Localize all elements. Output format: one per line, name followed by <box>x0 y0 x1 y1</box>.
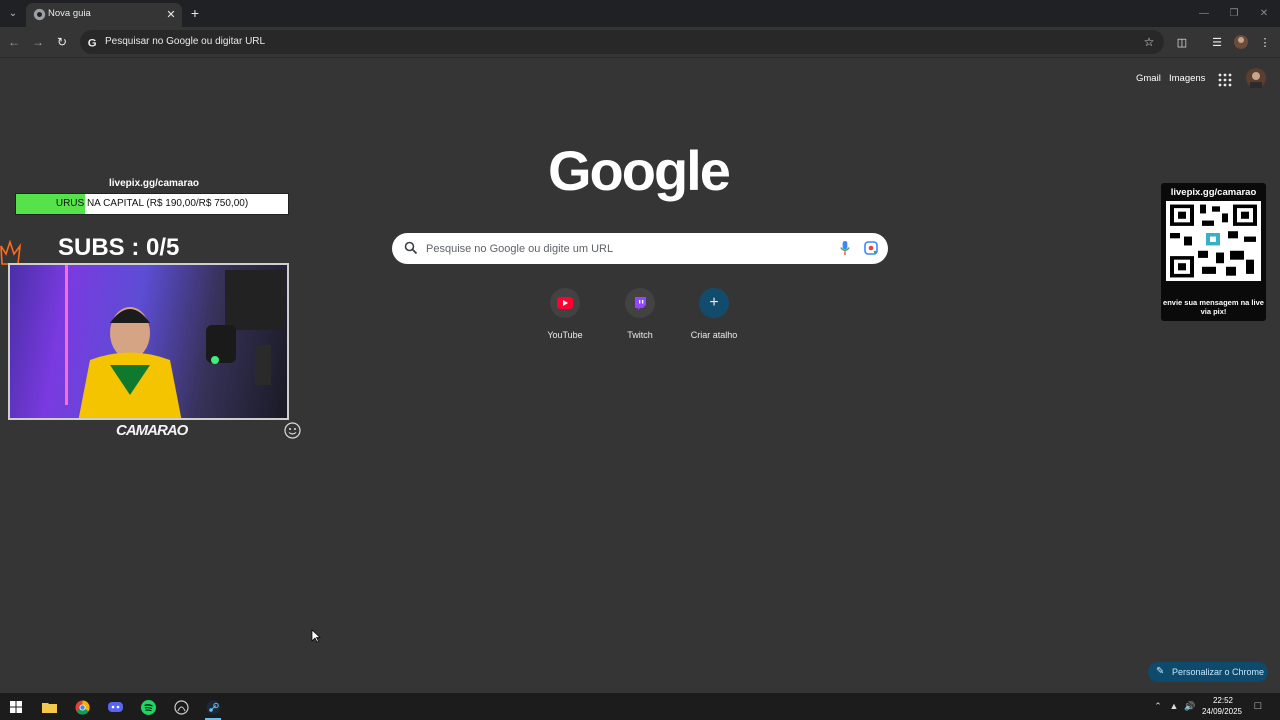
minimize-button[interactable]: — <box>1194 5 1214 21</box>
webcam-feed <box>8 263 289 420</box>
twitch-icon <box>625 288 655 318</box>
forward-button[interactable]: → <box>30 34 46 50</box>
subs-counter: SUBS : 0/5 <box>58 234 180 261</box>
close-window-button[interactable]: ✕ <box>1254 5 1274 21</box>
chrome-icon[interactable] <box>71 696 93 718</box>
tab-title: Nova guia <box>48 8 91 19</box>
profile-avatar[interactable] <box>1233 34 1249 50</box>
livepix-url: livepix.gg/camarao <box>109 178 200 189</box>
file-explorer-icon[interactable] <box>38 696 60 718</box>
smiley-icon <box>284 422 301 439</box>
reload-button[interactable]: ↻ <box>54 34 70 50</box>
tab-strip: ⌄ Nova guia ✕ + — ❐ ✕ <box>0 0 1280 27</box>
new-tab-button[interactable]: + <box>186 4 204 22</box>
qr-url: livepix.gg/camarao <box>1170 187 1257 198</box>
gmail-link[interactable]: Gmail <box>1136 73 1161 84</box>
github-desktop-icon[interactable] <box>170 696 192 718</box>
customize-chrome-button[interactable]: ✎ Personalizar o Chrome <box>1148 662 1268 682</box>
images-link[interactable]: Imagens <box>1169 73 1205 84</box>
qr-message: envie sua mensagem na live via pix! <box>1163 298 1264 316</box>
notifications-icon[interactable]: □ <box>1252 700 1264 712</box>
shortcut-create[interactable]: + Criar atalho <box>679 288 749 348</box>
address-bar-text: Pesquisar no Google ou digitar URL <box>105 36 266 47</box>
network-icon[interactable]: ▲ <box>1168 700 1180 712</box>
youtube-icon <box>550 288 580 318</box>
media-controls-icon[interactable]: ☰ <box>1209 34 1225 50</box>
shortcut-label: Criar atalho <box>690 330 738 340</box>
tab-close-icon[interactable]: ✕ <box>163 6 179 22</box>
streamer-name-tag: CAMARAO <box>116 422 188 439</box>
spotify-icon[interactable] <box>137 696 159 718</box>
bookmark-star-icon[interactable]: ☆ <box>1141 34 1157 50</box>
google-logo: Google <box>548 139 731 202</box>
apps-grid-icon[interactable] <box>1218 73 1232 87</box>
shortcut-label: YouTube <box>547 330 583 340</box>
extensions-icon[interactable]: ◫ <box>1174 34 1190 50</box>
voice-search-icon[interactable] <box>839 241 851 256</box>
windows-start-icon[interactable] <box>5 696 27 718</box>
qr-code-image <box>1166 201 1261 281</box>
shortcut-twitch[interactable]: Twitch <box>605 288 675 348</box>
tray-overflow-icon[interactable]: ⌃ <box>1152 700 1164 712</box>
active-tab[interactable]: Nova guia ✕ <box>26 3 182 27</box>
goal-text: URUS NA CAPITAL (R$ 190,00/R$ 750,00) <box>55 198 249 209</box>
chrome-menu-icon[interactable]: ⋮ <box>1257 34 1273 50</box>
tab-search-button[interactable]: ⌄ <box>3 4 23 22</box>
svg-text:G: G <box>88 37 97 49</box>
clock-time[interactable]: 22:52 <box>1203 696 1243 705</box>
plus-icon: + <box>699 288 729 318</box>
shortcut-youtube[interactable]: YouTube <box>530 288 600 348</box>
search-icon <box>404 241 418 255</box>
chrome-favicon-icon <box>33 8 46 21</box>
donation-goal-bar: URUS NA CAPITAL (R$ 190,00/R$ 750,00) <box>15 193 289 215</box>
search-box[interactable]: Pesquise no Google ou digite um URL <box>392 233 888 264</box>
steam-icon[interactable] <box>202 696 224 720</box>
google-g-icon: G <box>88 37 97 49</box>
browser-toolbar: ← → ↻ G Pesquisar no Google ou digitar U… <box>0 27 1280 58</box>
account-avatar[interactable] <box>1246 68 1266 88</box>
google-lens-icon[interactable] <box>864 241 878 255</box>
streamer-image <box>65 265 285 418</box>
livepix-qr-card: livepix.gg/camarao envie sua mensagem na… <box>1161 183 1266 321</box>
customize-label: Personalizar o Chrome <box>1172 667 1265 677</box>
shortcut-label: Twitch <box>627 330 653 340</box>
mouse-cursor-icon <box>311 629 321 643</box>
back-button[interactable]: ← <box>6 34 22 50</box>
clock-date[interactable]: 24/09/2025 <box>1199 707 1245 716</box>
pencil-icon: ✎ <box>1156 666 1165 677</box>
discord-icon[interactable] <box>104 696 126 718</box>
address-bar[interactable]: G Pesquisar no Google ou digitar URL ☆ <box>80 30 1164 54</box>
windows-taskbar: ⌃ ▲ 🔊 22:52 24/09/2025 □ <box>0 693 1280 720</box>
search-placeholder: Pesquise no Google ou digite um URL <box>426 243 614 255</box>
restore-button[interactable]: ❐ <box>1224 5 1244 21</box>
volume-icon[interactable]: 🔊 <box>1184 700 1196 712</box>
